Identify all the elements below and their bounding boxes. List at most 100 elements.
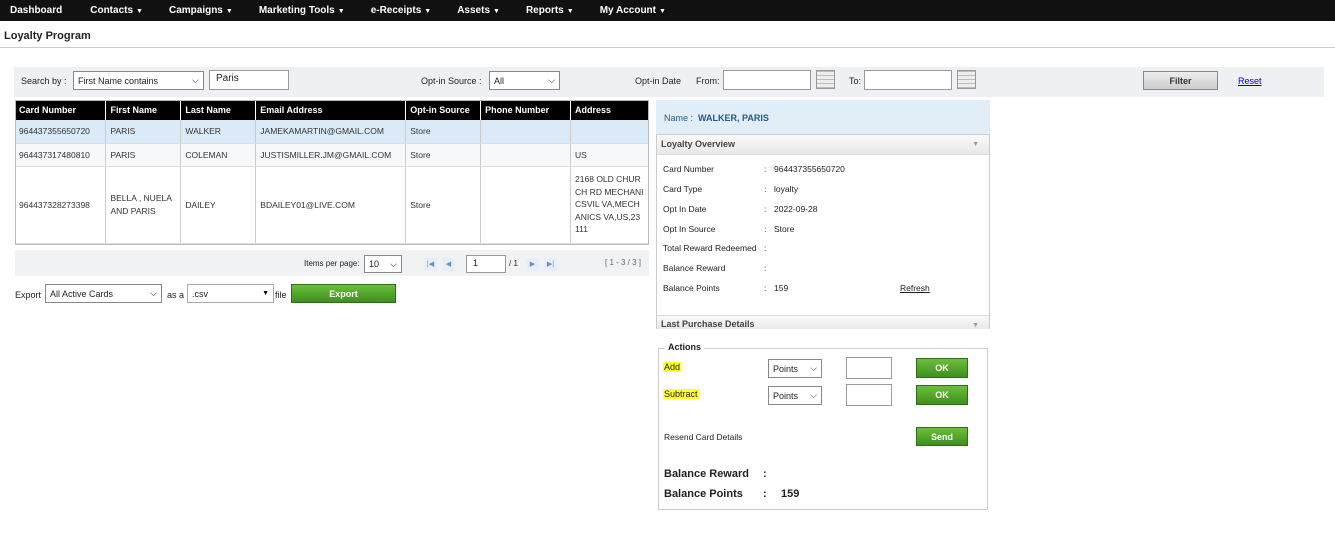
search-by-value: First Name contains [78,75,159,86]
prev-page-icon[interactable]: ◀ [442,258,455,271]
items-per-page-select[interactable]: 10 ⌵ [364,255,402,273]
export-cards-select[interactable]: All Active Cards ⌵ [45,284,162,303]
cell: DAILEY [180,166,257,244]
nav-reports[interactable]: Reports ▼ [516,5,574,16]
caret-down-icon: ▼ [262,290,269,297]
chevron-down-icon: ⌵ [390,258,397,269]
cell: Store [405,143,482,167]
nav-contacts[interactable]: Contacts ▼ [80,5,143,16]
from-label: From: [696,76,720,86]
cell: WALKER [180,120,257,144]
nav-e-receipts[interactable]: e-Receipts ▼ [361,5,432,16]
col-header[interactable]: First Name [105,100,182,120]
subtract-amount-input[interactable] [846,384,892,406]
chevron-down-icon: ▼ [337,8,345,15]
nav-dashboard[interactable]: Dashboard [0,5,62,16]
col-header[interactable]: Card Number [15,100,107,120]
optin-source-select[interactable]: All ⌵ [489,71,560,90]
table-header-row: Card Number First Name Last Name Email A… [15,100,649,120]
to-label: To: [849,76,862,86]
balance-points-label: Balance Points [664,488,743,500]
field-value: 159 [774,283,789,293]
add-unit-select[interactable]: Points ⌵ [768,359,822,378]
add-unit-value: Points [773,363,799,374]
cell: JUSTISMILLER.JM@GMAIL.COM [255,143,407,167]
balance-points-value: 159 [781,488,800,500]
nav-my-account[interactable]: My Account ▼ [590,5,666,16]
table-row[interactable]: 964437317480810 PARIS COLEMAN JUSTISMILL… [15,143,649,167]
search-input[interactable]: Paris [209,70,289,90]
page-range: [ 1 - 3 / 3 ] [605,258,642,267]
field-sep: : [764,164,767,174]
divider [0,47,1335,48]
cell: 964437317480810 [15,143,107,167]
balance-sep: : [763,488,767,500]
export-cards-value: All Active Cards [50,288,114,299]
optin-source-label: Opt-in Source : [421,76,482,86]
col-header[interactable]: Email Address [255,100,407,120]
cell: COLEMAN [180,143,257,167]
table-row[interactable]: 964437355650720 PARIS WALKER JAMEKAMARTI… [15,120,649,144]
cell: US [570,143,649,167]
filter-button[interactable]: Filter [1143,71,1218,90]
field-sep: : [764,283,767,293]
resend-label: Resend Card Details [664,432,743,442]
chevron-down-icon: ▼ [659,8,666,15]
col-header[interactable]: Address [570,100,649,120]
cell: PARIS [105,143,182,167]
cell: 2168 OLD CHURCH RD MECHANICSVIL VA,MECHA… [570,166,649,244]
col-header[interactable]: Opt-in Source [405,100,482,120]
chevron-down-icon: ▼ [566,8,574,15]
table-row[interactable]: 964437328273398 BELLA , NUELA AND PARIS … [15,166,649,244]
export-button[interactable]: Export [291,284,396,303]
page-input[interactable]: 1 [466,255,506,273]
last-page-icon[interactable]: ▶| [544,258,557,271]
first-page-icon[interactable]: |◀ [424,258,437,271]
export-format-select[interactable]: .csv ▼ [187,284,274,303]
cell: BDAILEY01@LIVE.COM [255,166,407,244]
loyalty-overview-title: Loyalty Overview [661,139,736,149]
nav-campaigns[interactable]: Campaigns ▼ [159,5,233,16]
chevron-down-icon: ⌵ [548,75,555,85]
last-purchase-header[interactable]: Last Purchase Details ▼ [657,315,989,329]
chevron-down-icon: ▼ [225,8,233,15]
add-label: Add [663,362,682,372]
export-label: Export [15,290,42,300]
customer-name: WALKER, PARIS [698,113,769,123]
field-label: Balance Reward [663,263,726,273]
field-sep: : [764,204,767,214]
nav-assets[interactable]: Assets ▼ [447,5,500,16]
chevron-down-icon: ▼ [136,8,143,15]
chevron-down-icon: ▼ [424,8,432,15]
next-page-icon[interactable]: ▶ [526,258,539,271]
chevron-down-icon: ▼ [972,322,979,329]
file-label: file [275,290,287,300]
to-date-input[interactable] [864,70,952,90]
results-table: Card Number First Name Last Name Email A… [15,100,649,244]
add-amount-input[interactable] [846,357,892,379]
refresh-link[interactable]: Refresh [900,283,930,293]
send-button[interactable]: Send [916,427,968,446]
calendar-icon[interactable] [816,70,835,89]
search-by-select[interactable]: First Name contains ⌵ [73,71,204,90]
items-per-page-value: 10 [369,259,380,269]
page-title: Loyalty Program [4,30,91,42]
col-header[interactable]: Phone Number [480,100,572,120]
field-label: Total Reward Redeemed [663,243,757,253]
reset-link[interactable]: Reset [1238,76,1262,86]
chevron-down-icon: ⌵ [810,390,817,400]
col-header[interactable]: Last Name [180,100,257,120]
subtract-unit-select[interactable]: Points ⌵ [768,386,822,405]
loyalty-overview-header[interactable]: Loyalty Overview ▼ [657,135,989,155]
cell: JAMEKAMARTIN@GMAIL.COM [255,120,407,144]
chevron-down-icon: ⌵ [810,363,817,373]
add-ok-button[interactable]: OK [916,358,968,378]
nav-marketing-tools[interactable]: Marketing Tools ▼ [249,5,345,16]
optin-date-label: Opt-in Date [635,76,682,86]
cell [480,120,572,144]
calendar-icon[interactable] [957,70,976,89]
cell: 964437355650720 [15,120,107,144]
from-date-input[interactable] [723,70,811,90]
cell: BELLA , NUELA AND PARIS [105,166,182,244]
subtract-ok-button[interactable]: OK [916,385,968,405]
